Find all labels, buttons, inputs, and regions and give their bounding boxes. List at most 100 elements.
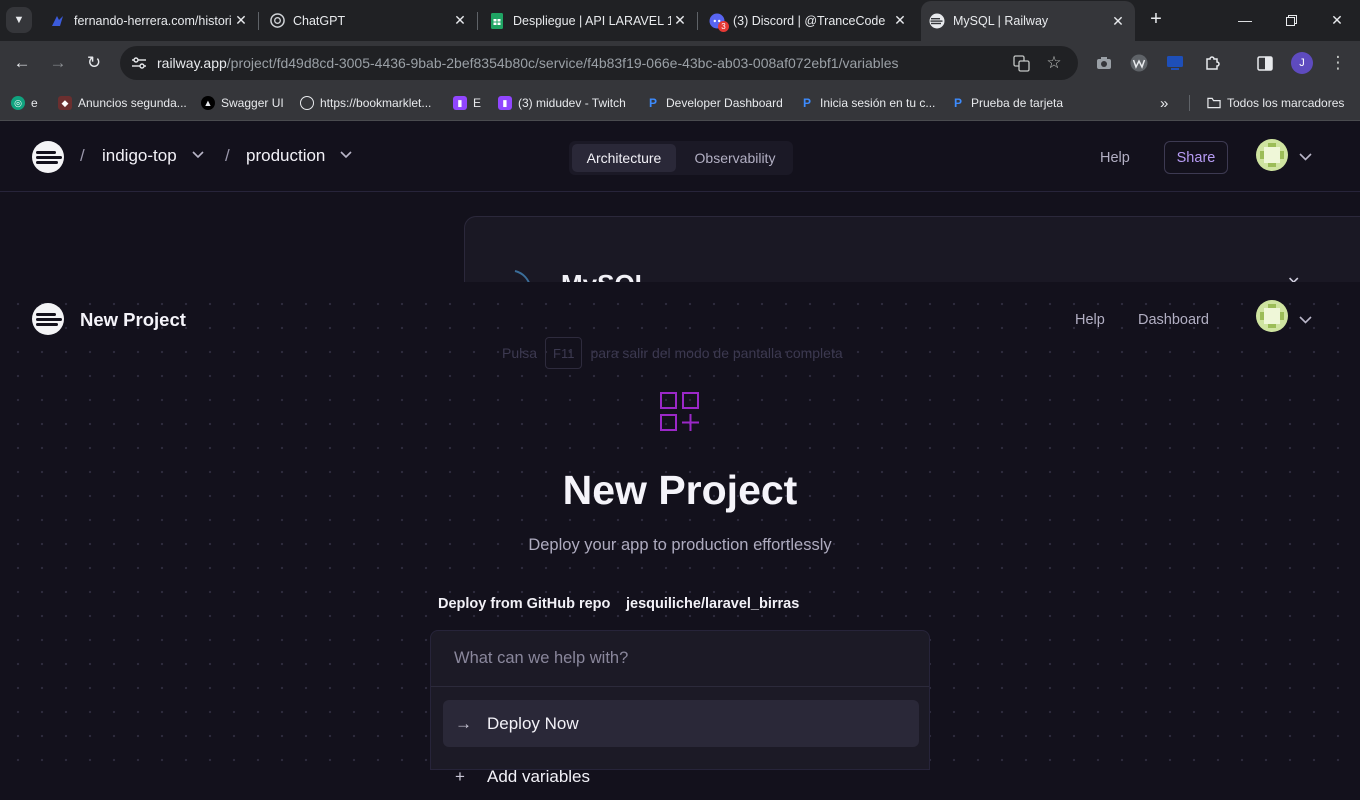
side-panel-icon[interactable] xyxy=(1253,51,1277,75)
railway-logo[interactable] xyxy=(32,303,64,335)
bookmark-label: Anuncios segunda... xyxy=(78,96,187,110)
bookmark-item[interactable]: ▮ E xyxy=(453,93,481,113)
tab-close-icon[interactable]: ✕ xyxy=(891,12,909,29)
breadcrumb-step[interactable]: Deploy from GitHub repo xyxy=(438,596,610,612)
bookmark-label: Inicia sesión en tu c... xyxy=(820,96,936,110)
new-tab-button[interactable]: + xyxy=(1145,8,1167,32)
tab-search-icon[interactable]: ▼ xyxy=(6,7,32,33)
fullscreen-hint-before: Pulsa xyxy=(502,345,538,361)
fullscreen-hint-after: para salir del modo de pantalla completa xyxy=(590,345,843,361)
environment-name[interactable]: production xyxy=(246,146,325,166)
deploy-now-option[interactable]: → Deploy Now xyxy=(443,700,919,747)
bookmark-item[interactable]: ▮ (3) midudev - Twitch xyxy=(498,93,626,113)
screen-cast-extension-icon[interactable] xyxy=(1163,51,1187,75)
tab-architecture[interactable]: Architecture xyxy=(572,144,676,172)
twitch-favicon: ▮ xyxy=(498,96,512,110)
railway-favicon xyxy=(929,13,945,29)
breadcrumb-separator: / xyxy=(225,146,230,165)
bookmark-label: Swagger UI xyxy=(221,96,284,110)
bookmark-item[interactable]: https://bookmarklet... xyxy=(300,93,431,113)
url-path: /project/fd49d8cd-3005-4436-9bab-2bef835… xyxy=(226,55,899,71)
bookmark-item[interactable]: ◆ Anuncios segunda... xyxy=(58,93,187,113)
project-name[interactable]: indigo-top xyxy=(102,146,177,166)
bookmark-star-icon[interactable]: ☆ xyxy=(1044,53,1064,73)
all-bookmarks-label: Todos los marcadores xyxy=(1227,96,1345,110)
bookmark-item[interactable]: P Developer Dashboard xyxy=(646,93,783,113)
bookmark-item[interactable]: ▲ Swagger UI xyxy=(201,93,284,113)
window-close-icon[interactable]: ✕ xyxy=(1314,0,1360,40)
google-sheets-favicon xyxy=(489,12,505,29)
bookmark-label: Developer Dashboard xyxy=(666,96,783,110)
bookmark-item[interactable]: P Inicia sesión en tu c... xyxy=(800,93,935,113)
reload-icon[interactable]: ↻ xyxy=(80,49,108,77)
screenshot-extension-icon[interactable] xyxy=(1092,51,1116,75)
all-bookmarks-folder[interactable]: Todos los marcadores xyxy=(1207,93,1344,113)
tab-close-icon[interactable]: ✕ xyxy=(232,12,250,29)
browser-toolbar: ← → ↻ railway.app/project/fd49d8cd-3005-… xyxy=(0,41,1360,85)
extensions-puzzle-icon[interactable] xyxy=(1200,51,1224,75)
tab-close-icon[interactable]: ✕ xyxy=(451,12,469,29)
railway-logo[interactable] xyxy=(32,141,64,173)
page-title: New Project xyxy=(562,467,798,513)
tab-observability[interactable]: Observability xyxy=(679,144,791,172)
service-panel: MySQL ✕ xyxy=(464,216,1360,282)
restore-icon[interactable] xyxy=(1268,0,1314,40)
paypal-favicon: P xyxy=(953,96,962,110)
bookmark-item[interactable]: ◎ e xyxy=(11,93,38,113)
twitch-favicon: ▮ xyxy=(453,96,467,110)
site-settings-icon[interactable] xyxy=(128,52,150,74)
chevron-down-icon[interactable] xyxy=(1299,152,1312,164)
address-bar[interactable]: railway.app/project/fd49d8cd-3005-4436-9… xyxy=(120,46,1078,80)
avatar[interactable] xyxy=(1256,300,1288,332)
fullscreen-hint: Pulsa F11 para salir del modo de pantall… xyxy=(502,337,843,369)
tab-title: (3) Discord | @TranceCode xyxy=(733,13,886,28)
dashboard-link[interactable]: Dashboard xyxy=(1138,312,1209,328)
service-title: MySQL xyxy=(561,269,651,282)
help-link[interactable]: Help xyxy=(1075,312,1105,328)
more-bookmarks-chevron-icon[interactable]: » xyxy=(1160,93,1168,113)
chevron-down-icon[interactable] xyxy=(192,150,204,162)
bookmark-label: https://bookmarklet... xyxy=(320,96,432,110)
arrow-right-icon: → xyxy=(455,713,472,733)
profile-avatar[interactable]: J xyxy=(1291,52,1313,74)
browser-tab-active[interactable]: MySQL | Railway ✕ xyxy=(921,1,1135,41)
mysql-icon xyxy=(513,269,535,282)
wappalyzer-extension-icon[interactable] xyxy=(1127,51,1151,75)
browser-tab[interactable]: 3 (3) Discord | @TranceCode ✕ xyxy=(701,0,917,41)
tab-close-icon[interactable]: ✕ xyxy=(671,12,689,29)
bookmark-label: E xyxy=(473,96,482,110)
command-palette: → Deploy Now + Add variables xyxy=(430,630,930,786)
tab-close-icon[interactable]: ✕ xyxy=(1109,13,1127,30)
browser-tab-strip: ▼ fernando-herrera.com/historia ✕ ChatGP… xyxy=(0,0,1360,41)
bookmarks-bar: ◎ e ◆ Anuncios segunda... ▲ Swagger UI h… xyxy=(0,85,1360,121)
chevron-down-icon[interactable] xyxy=(340,150,352,162)
paypal-favicon: P xyxy=(648,96,657,110)
search-input[interactable] xyxy=(431,631,929,687)
globe-icon xyxy=(300,96,314,110)
browser-tab[interactable]: fernando-herrera.com/historia ✕ xyxy=(42,0,259,41)
browser-tab[interactable]: ChatGPT ✕ xyxy=(261,0,478,41)
chrome-menu-icon[interactable]: ⋮ xyxy=(1326,51,1350,75)
paypal-favicon: P xyxy=(802,96,811,110)
bookmarks-divider xyxy=(1189,95,1190,111)
bookmark-item[interactable]: P Prueba de tarjeta xyxy=(951,93,1063,113)
chevron-down-icon[interactable] xyxy=(1299,315,1312,327)
plus-icon: + xyxy=(455,766,465,786)
minimize-icon[interactable]: — xyxy=(1222,0,1268,40)
tab-separator xyxy=(477,12,478,30)
help-link[interactable]: Help xyxy=(1100,150,1130,166)
forward-icon[interactable]: → xyxy=(44,49,72,77)
address-url[interactable]: railway.app/project/fd49d8cd-3005-4436-9… xyxy=(157,55,899,71)
avatar[interactable] xyxy=(1256,139,1288,171)
back-icon[interactable]: ← xyxy=(8,49,36,77)
share-button[interactable]: Share xyxy=(1164,141,1228,174)
tab-separator xyxy=(697,12,698,30)
browser-tab[interactable]: Despliegue | API LARAVEL 10 ✕ xyxy=(481,0,698,41)
tab-title: ChatGPT xyxy=(293,13,346,28)
close-icon[interactable]: ✕ xyxy=(1287,273,1300,282)
new-project-screen: New Project Help Dashboard Pulsa F11 par… xyxy=(0,283,1360,786)
add-variables-option[interactable]: + Add variables xyxy=(443,753,919,800)
bookmark-label: (3) midudev - Twitch xyxy=(518,96,626,110)
translate-icon[interactable] xyxy=(1011,53,1031,73)
breadcrumb-repo[interactable]: jesquiliche/laravel_birras xyxy=(626,596,799,612)
